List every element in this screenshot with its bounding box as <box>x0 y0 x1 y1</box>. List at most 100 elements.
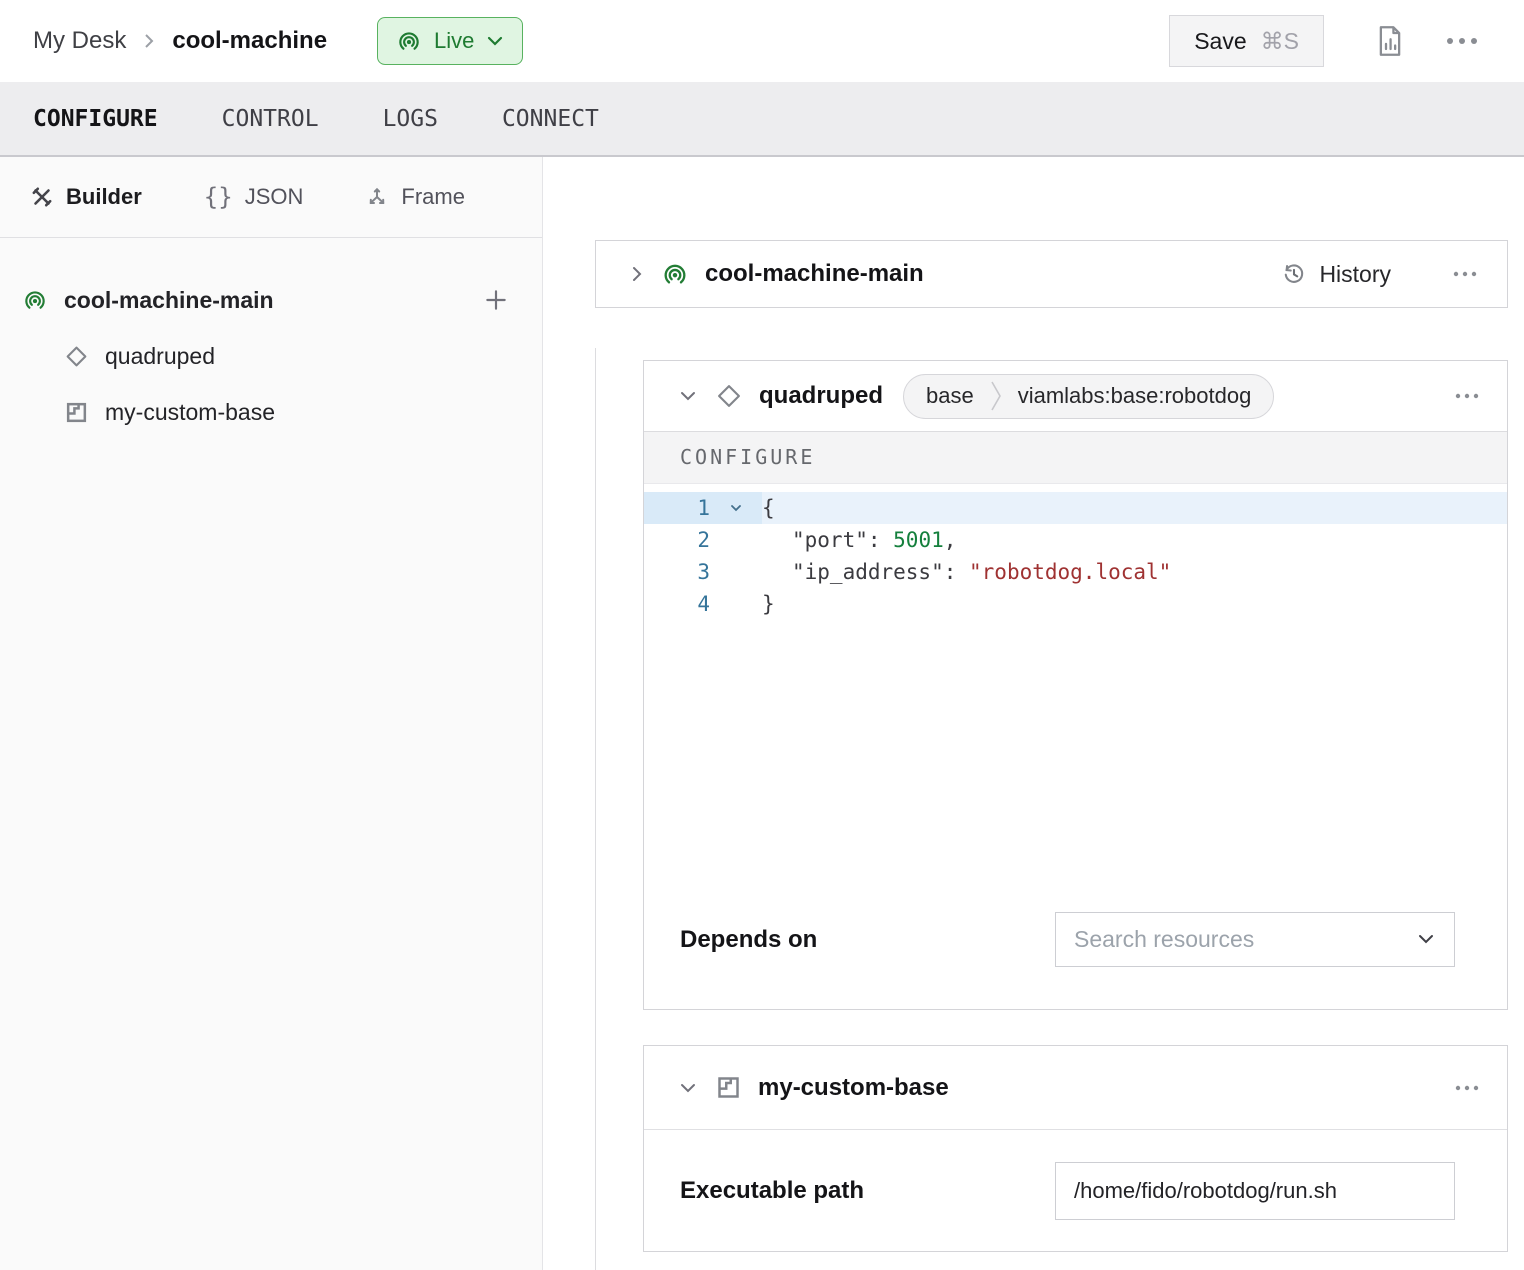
ellipsis-icon <box>1453 1084 1481 1092</box>
tree-item-machine[interactable]: cool-machine-main <box>0 272 542 328</box>
quadruped-card-menu-button[interactable] <box>1453 392 1481 400</box>
my-custom-base-card: my-custom-base Executable path <box>643 1045 1508 1252</box>
line-number: 3 <box>644 556 710 588</box>
expand-machine-card-button[interactable] <box>629 262 645 286</box>
depends-on-select[interactable]: Search resources <box>1055 912 1455 967</box>
config-sidebar: Builder {} JSON Frame cool-machine-main <box>0 157 543 1270</box>
save-button[interactable]: Save ⌘S <box>1169 15 1324 67</box>
quadruped-card-header: quadruped base viamlabs:base:robotdog <box>644 361 1507 431</box>
executable-path-input[interactable] <box>1055 1162 1455 1220</box>
tab-configure[interactable]: CONFIGURE <box>33 102 158 136</box>
tree-item-machine-label: cool-machine-main <box>64 287 274 314</box>
editor-line: 3 "ip_address": "robotdog.local" <box>644 556 1507 588</box>
live-status-label: Live <box>434 28 474 54</box>
module-icon <box>64 400 89 425</box>
type-badge-label: base <box>926 383 974 409</box>
breadcrumb-chevron-icon <box>142 30 156 52</box>
code-text: "port": 5001, <box>762 524 1507 556</box>
depends-on-row: Depends on Search resources <box>644 912 1507 967</box>
chevron-down-icon <box>486 35 504 47</box>
tree-item-quadruped[interactable]: quadruped <box>0 328 542 384</box>
tab-control[interactable]: CONTROL <box>222 102 319 136</box>
chevron-right-icon <box>629 262 645 286</box>
my-custom-base-title: my-custom-base <box>758 1074 949 1102</box>
broadcast-icon <box>661 260 689 288</box>
machine-name: cool-machine <box>172 27 327 55</box>
page-tabs: CONFIGURE CONTROL LOGS CONNECT <box>0 82 1524 157</box>
breadcrumb: My Desk cool-machine <box>33 27 327 55</box>
ellipsis-icon <box>1444 36 1480 46</box>
diamond-icon <box>715 382 743 410</box>
resource-tree: cool-machine-main quadruped my-custom-ba… <box>0 238 542 440</box>
builder-tools-icon <box>30 185 54 209</box>
chevron-down-icon <box>677 1081 699 1095</box>
history-button[interactable]: History <box>1281 261 1391 288</box>
attributes-json-editor[interactable]: 1 { 2 "port": 5001, 3 "ip_address": "rob… <box>644 484 1507 912</box>
module-icon <box>715 1074 742 1101</box>
braces-icon: {} <box>204 183 233 211</box>
machine-part-title: cool-machine-main <box>705 260 924 288</box>
editor-line: 4 } <box>644 588 1507 620</box>
machine-part-card: cool-machine-main History <box>595 240 1508 308</box>
my-custom-base-card-header: my-custom-base <box>644 1046 1507 1130</box>
chart-file-icon <box>1376 25 1404 57</box>
view-mode-switcher: Builder {} JSON Frame <box>0 157 542 238</box>
line-number: 1 <box>644 492 710 524</box>
mode-json[interactable]: {} JSON <box>204 183 304 211</box>
mode-builder[interactable]: Builder <box>30 184 142 210</box>
executable-path-label: Executable path <box>680 1177 864 1205</box>
quadruped-card: quadruped base viamlabs:base:robotdog CO… <box>643 360 1508 1010</box>
code-text: } <box>762 588 1507 620</box>
header-overflow-button[interactable] <box>1444 36 1480 46</box>
tree-item-quadruped-label: quadruped <box>105 343 215 370</box>
diamond-icon <box>64 344 89 369</box>
line-number: 2 <box>644 524 710 556</box>
badge-separator-chevron-icon <box>990 379 1002 413</box>
chevron-down-icon <box>677 389 699 403</box>
save-shortcut: ⌘S <box>1261 28 1299 55</box>
editor-line: 2 "port": 5001, <box>644 524 1507 556</box>
mode-json-label: JSON <box>245 184 304 210</box>
config-main-panel: cool-machine-main History quadruped base <box>544 157 1524 1270</box>
top-bar-actions: Save ⌘S <box>1169 15 1480 67</box>
machine-card-menu-button[interactable] <box>1451 270 1479 278</box>
save-label: Save <box>1194 28 1246 55</box>
indent-guide-line <box>595 348 596 1270</box>
top-bar: My Desk cool-machine Live Save ⌘S <box>0 0 1524 82</box>
frame-axes-icon <box>365 185 389 209</box>
depends-on-placeholder: Search resources <box>1074 926 1416 953</box>
ellipsis-icon <box>1453 392 1481 400</box>
chevron-down-icon <box>1416 933 1436 946</box>
broadcast-icon <box>22 287 48 313</box>
tab-connect[interactable]: CONNECT <box>502 102 599 136</box>
tab-logs[interactable]: LOGS <box>383 102 438 136</box>
collapse-my-custom-base-button[interactable] <box>677 1081 699 1095</box>
history-label: History <box>1319 261 1391 288</box>
tree-item-my-custom-base-label: my-custom-base <box>105 399 275 426</box>
ellipsis-icon <box>1451 270 1479 278</box>
history-icon <box>1281 261 1307 287</box>
mode-frame-label: Frame <box>401 184 465 210</box>
broadcast-icon <box>396 28 422 54</box>
fold-toggle[interactable] <box>710 492 762 524</box>
add-component-button[interactable] <box>483 287 509 313</box>
plus-icon <box>483 287 509 313</box>
configure-section-label: CONFIGURE <box>644 431 1507 484</box>
mode-frame[interactable]: Frame <box>365 184 465 210</box>
quadruped-title: quadruped <box>759 382 883 410</box>
line-number: 4 <box>644 588 710 620</box>
my-custom-base-menu-button[interactable] <box>1453 1084 1481 1092</box>
chevron-down-icon <box>729 503 743 513</box>
breadcrumb-parent-link[interactable]: My Desk <box>33 27 126 55</box>
mode-builder-label: Builder <box>66 184 142 210</box>
resource-type-badge: base viamlabs:base:robotdog <box>903 374 1274 419</box>
code-text: "ip_address": "robotdog.local" <box>762 556 1507 588</box>
machine-report-button[interactable] <box>1376 25 1404 57</box>
editor-line: 1 { <box>644 492 1507 524</box>
live-status-badge[interactable]: Live <box>377 17 523 65</box>
executable-path-row: Executable path <box>644 1130 1507 1251</box>
collapse-quadruped-button[interactable] <box>677 389 699 403</box>
model-badge-label: viamlabs:base:robotdog <box>1018 383 1252 409</box>
code-text: { <box>762 492 1507 524</box>
tree-item-my-custom-base[interactable]: my-custom-base <box>0 384 542 440</box>
